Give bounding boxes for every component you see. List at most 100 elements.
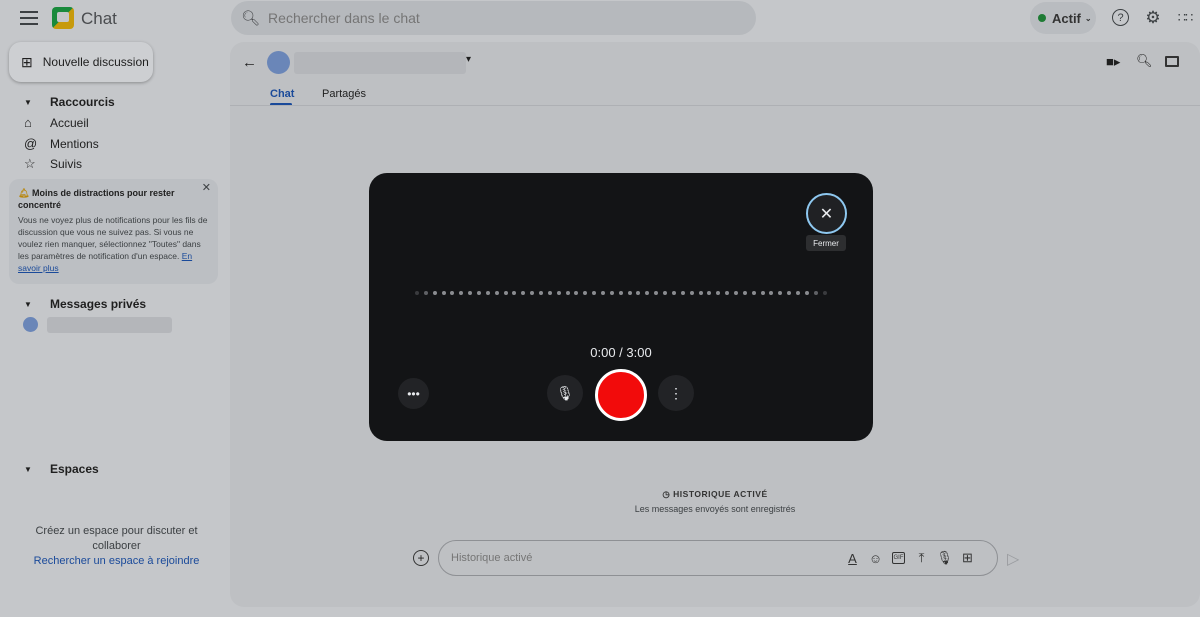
more-options-button[interactable]: ••• <box>398 378 429 409</box>
close-icon[interactable]: ✕ <box>202 182 211 194</box>
waveform-dot <box>760 291 765 295</box>
waveform-dot <box>725 291 730 295</box>
message-composer[interactable]: A ☺ GIF ⤒ 🎙︎ ⊞ <box>438 540 998 576</box>
tip-body: Vous ne voyez plus de notifications pour… <box>18 215 208 261</box>
search-input[interactable] <box>268 10 719 26</box>
waveform-dot <box>415 291 419 295</box>
tab-divider <box>230 105 1200 106</box>
spaces-empty-state: Créez un espace pour discuter et collabo… <box>14 524 219 569</box>
waveform-dot <box>592 291 597 295</box>
avatar <box>23 317 38 332</box>
upload-icon[interactable]: ⤒ <box>910 550 933 566</box>
more-vertical-button[interactable]: ⋮ <box>658 375 694 411</box>
search-icon: 🔍︎ <box>241 10 261 27</box>
history-subtitle: Les messages envoyés sont enregistrés <box>634 504 796 514</box>
caret-down-icon: ▼ <box>24 299 32 309</box>
sidebar-item-label: Suivis <box>50 157 83 171</box>
gear-icon[interactable]: ⚙ <box>1143 8 1163 28</box>
new-chat-label: Nouvelle discussion <box>42 55 149 69</box>
waveform-dot <box>822 291 827 295</box>
video-call-icon[interactable]: ■▸ <box>1106 54 1120 70</box>
chevron-down-icon[interactable]: ▾ <box>466 54 471 65</box>
emoji-icon[interactable]: ☺ <box>864 551 887 566</box>
bell-icon: 🔔︎ <box>18 188 30 198</box>
dm-item[interactable] <box>23 316 173 334</box>
waveform-dot <box>680 291 685 295</box>
contact-name-redacted <box>47 317 172 333</box>
spaces-empty-text: Créez un espace pour discuter et collabo… <box>35 525 198 552</box>
gif-icon[interactable]: GIF <box>892 552 905 564</box>
top-bar: Chat 🔍︎ Actif ⌄ ? ⚙ ∷∷ <box>0 0 1200 40</box>
text-format-icon[interactable]: A <box>841 551 864 566</box>
find-space-link[interactable]: Rechercher un espace à rejoindre <box>14 554 219 569</box>
tip-title: Moins de distractions pour rester concen… <box>18 188 175 210</box>
waveform-dot <box>787 291 792 295</box>
apps-grid-icon[interactable]: ∷∷ <box>1175 8 1195 28</box>
waveform-dot <box>601 291 606 295</box>
waveform-dot <box>477 291 482 295</box>
add-attachment-icon[interactable]: + <box>413 550 429 566</box>
app-title: Chat <box>81 9 117 28</box>
waveform-dot <box>769 291 774 295</box>
waveform-dot <box>813 291 818 295</box>
sidebar-item-followed[interactable]: ☆ Suivis <box>24 156 82 172</box>
section-title: Espaces <box>50 462 99 476</box>
waveform-dot <box>698 291 703 295</box>
waveform-dot <box>468 291 473 295</box>
waveform-dot <box>503 291 508 295</box>
microphone-icon[interactable]: 🎙︎ <box>933 550 956 566</box>
waveform-dot <box>618 291 623 295</box>
record-button[interactable] <box>595 369 647 421</box>
waveform-dot <box>795 291 800 295</box>
waveform-dot <box>663 291 668 295</box>
close-icon: ✕ <box>819 205 834 223</box>
tab-chat[interactable]: Chat <box>270 88 294 100</box>
history-title: HISTORIQUE ACTIVÉ <box>673 489 768 499</box>
avatar <box>267 51 290 74</box>
waveform-dot <box>733 291 738 295</box>
waveform-dot <box>583 291 588 295</box>
waveform-dot <box>494 291 499 295</box>
waveform-dot <box>689 291 694 295</box>
waveform-dot <box>459 291 464 295</box>
send-icon[interactable]: ▷ <box>1007 549 1019 569</box>
spaces-section-toggle[interactable]: ▼ Espaces <box>24 462 99 476</box>
waveform-dot <box>432 291 437 295</box>
main-menu-icon[interactable] <box>20 11 38 25</box>
recording-timer: 0:00 / 3:00 <box>590 345 652 360</box>
new-chat-button[interactable]: ⊞ Nouvelle discussion <box>9 42 153 82</box>
chat-logo <box>52 7 74 29</box>
waveform-dot <box>423 291 428 295</box>
microphone-button[interactable]: 🎙︎ <box>547 375 583 411</box>
search-bar[interactable]: 🔍︎ <box>231 1 756 35</box>
more-horizontal-icon: ••• <box>407 386 420 401</box>
help-icon[interactable]: ? <box>1112 9 1129 26</box>
sidebar-item-home[interactable]: ⌂ Accueil <box>24 115 89 130</box>
waveform-dot <box>441 291 446 295</box>
back-arrow-icon[interactable]: ← <box>242 54 257 71</box>
search-icon[interactable]: 🔍︎ <box>1136 53 1153 69</box>
microphone-icon: 🎙︎ <box>556 384 574 401</box>
shortcuts-section-toggle[interactable]: ▼ Raccourcis <box>24 95 115 109</box>
message-input[interactable] <box>451 552 841 564</box>
tab-shared[interactable]: Partagés <box>322 88 366 100</box>
sidebar-item-label: Mentions <box>50 136 99 151</box>
new-chat-icon: ⊞ <box>21 53 33 70</box>
audio-waveform <box>415 290 827 296</box>
status-selector[interactable]: Actif ⌄ <box>1030 2 1096 34</box>
waveform-dot <box>716 291 721 295</box>
home-icon: ⌂ <box>24 115 32 130</box>
picture-in-picture-icon[interactable] <box>1165 56 1179 67</box>
waveform-dot <box>556 291 561 295</box>
waveform-dot <box>645 291 650 295</box>
close-button[interactable]: ✕ <box>806 193 847 234</box>
waveform-dot <box>778 291 783 295</box>
caret-down-icon: ▼ <box>24 97 32 107</box>
dm-section-toggle[interactable]: ▼ Messages privés <box>24 297 146 311</box>
status-dot <box>1038 14 1046 22</box>
caret-down-icon: ▼ <box>24 464 32 474</box>
history-icon: ◷ <box>662 489 671 499</box>
sidebar-item-mentions[interactable]: @ Mentions <box>24 136 99 151</box>
waveform-dot <box>742 291 747 295</box>
video-message-icon[interactable]: ⊞ <box>956 550 979 566</box>
